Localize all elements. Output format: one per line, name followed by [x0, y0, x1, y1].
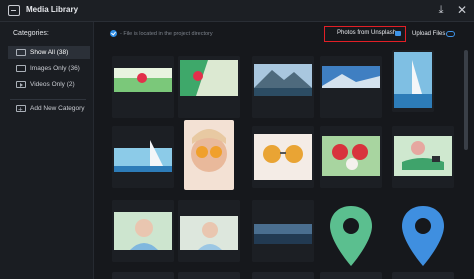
sunglasses-thumbnail[interactable]: [252, 126, 314, 188]
info-text: - File is located in the project directo…: [120, 31, 213, 37]
title-bar: Media Library ⤓ ✕: [0, 0, 474, 22]
upload-button-label: Upload Files: [412, 31, 446, 37]
media-grid-panel: - File is located in the project directo…: [94, 22, 474, 279]
woman-sunglasses-thumbnail[interactable]: [184, 120, 234, 190]
mountain-sky-thumbnail[interactable]: [320, 56, 382, 118]
image-icon: [16, 65, 26, 72]
window-title: Media Library: [26, 5, 79, 14]
project-file-info: - File is located in the project directo…: [110, 29, 213, 39]
cloud-upload-icon: [446, 31, 455, 37]
photos-from-unsplash-button[interactable]: Photos from Unsplash: [324, 26, 406, 42]
sailboat-thumbnail[interactable]: [392, 50, 434, 112]
video-icon: [16, 81, 26, 88]
blue-map-marker-thumbnail[interactable]: [398, 200, 448, 272]
categories-heading: Categories:: [13, 30, 49, 37]
partial-thumbnail[interactable]: [252, 272, 314, 279]
sunglasses-red-thumbnail[interactable]: [320, 126, 382, 188]
close-icon[interactable]: ✕: [455, 3, 469, 17]
add-icon: [16, 103, 26, 116]
partial-thumbnail[interactable]: [320, 272, 382, 279]
plant-pot-thumbnail[interactable]: [392, 126, 454, 188]
categories-sidebar: Categories: Show All (38) Images Only (3…: [0, 22, 94, 279]
sailboat-sea-thumbnail[interactable]: [112, 126, 174, 188]
add-category-label: Add New Category: [30, 105, 85, 112]
image-icon: [16, 49, 26, 56]
green-map-marker-thumbnail[interactable]: [326, 200, 376, 272]
media-library-icon: [8, 5, 20, 16]
unsplash-icon: [395, 31, 401, 36]
raspberry-on-lime-thumbnail[interactable]: [178, 56, 240, 118]
sidebar-item-videos-only[interactable]: Videos Only (2): [8, 78, 90, 91]
partial-thumbnail[interactable]: [178, 272, 240, 279]
download-icon[interactable]: ⤓: [434, 3, 448, 17]
check-icon: [110, 30, 117, 37]
woman-portrait-thumbnail[interactable]: [112, 200, 174, 262]
sidebar-item-show-all[interactable]: Show All (38): [8, 46, 90, 59]
add-new-category-button[interactable]: Add New Category: [8, 102, 90, 116]
sidebar-item-images-only[interactable]: Images Only (36): [8, 62, 90, 75]
scrollbar[interactable]: [464, 50, 468, 150]
sidebar-item-label: Images Only (36): [30, 65, 80, 72]
sidebar-item-label: Videos Only (2): [30, 81, 75, 88]
unsplash-button-label: Photos from Unsplash: [337, 30, 397, 36]
partial-thumbnail[interactable]: [112, 272, 174, 279]
landscape-dusk-thumbnail[interactable]: [252, 200, 314, 262]
mountain-lake-thumbnail[interactable]: [252, 56, 314, 118]
partial-thumbnail[interactable]: [392, 272, 454, 279]
raspberry-on-green-thumbnail[interactable]: [112, 56, 174, 118]
upload-files-button[interactable]: Upload Files: [412, 30, 455, 38]
woman-portrait-wide-thumbnail[interactable]: [178, 200, 240, 262]
sidebar-divider: [10, 99, 86, 100]
sidebar-item-label: Show All (38): [30, 49, 69, 56]
